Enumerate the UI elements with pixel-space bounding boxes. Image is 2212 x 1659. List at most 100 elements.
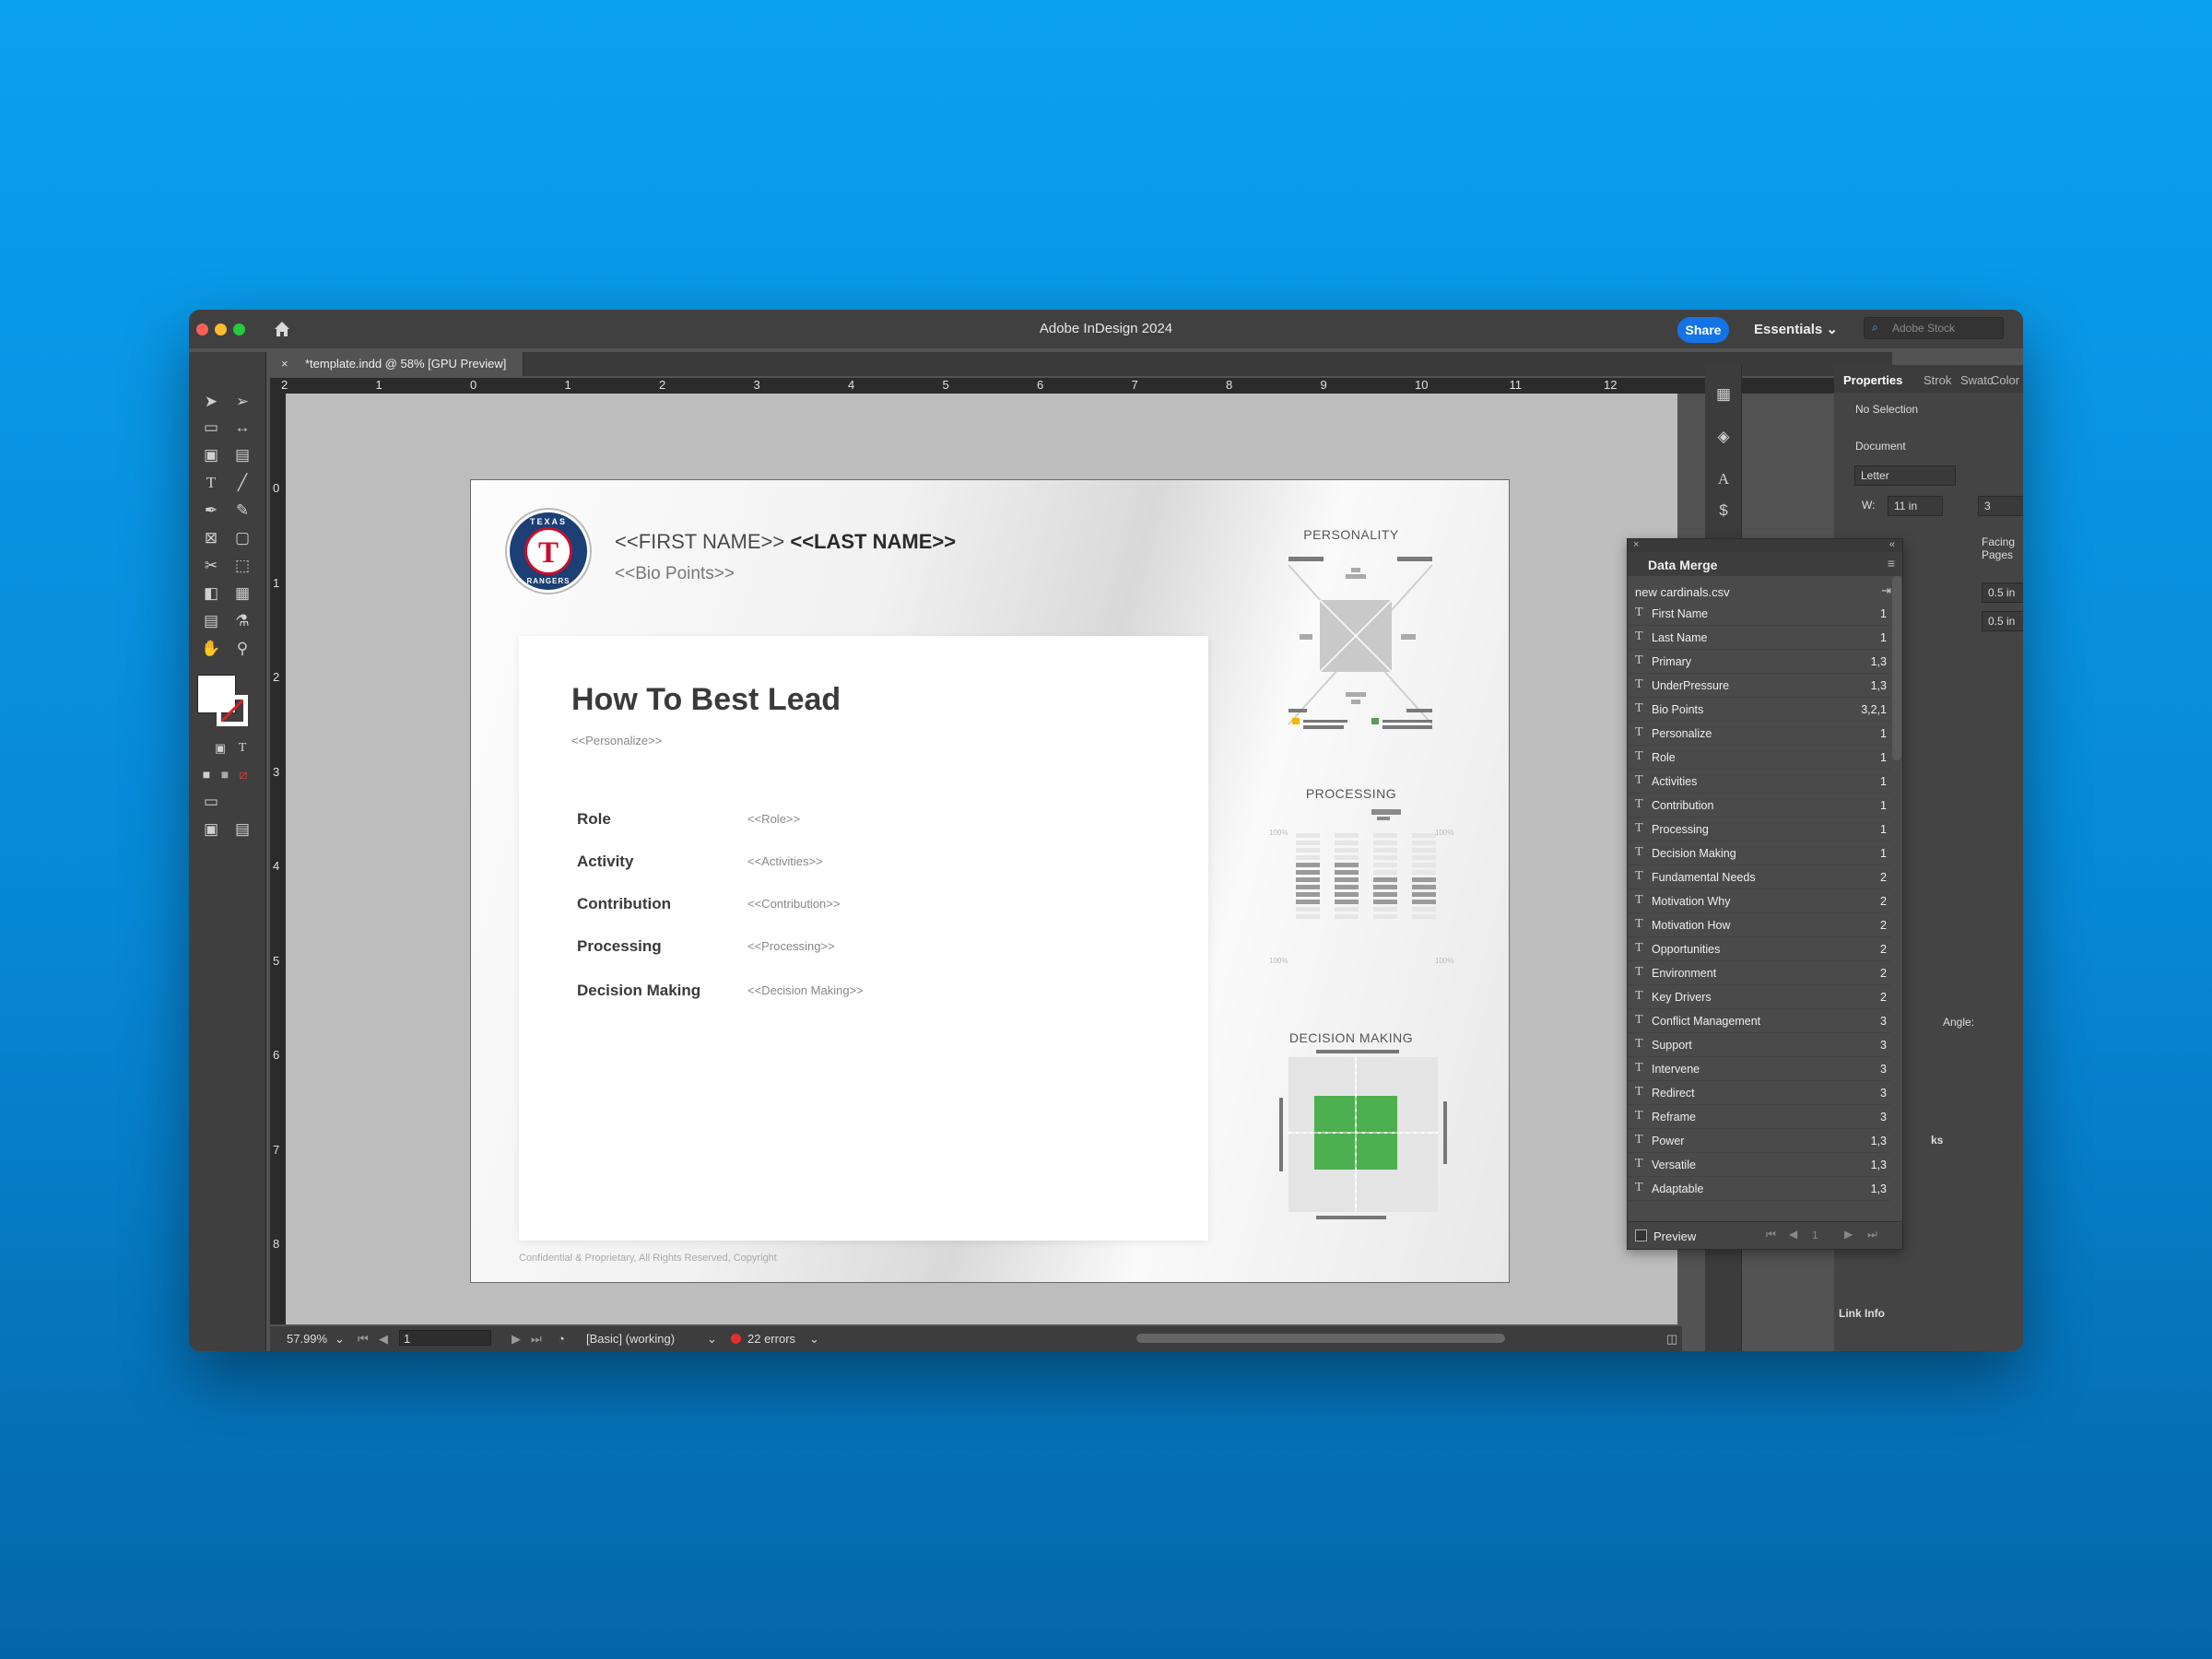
margin-top-field[interactable]: 0.5 in	[1982, 582, 2023, 603]
type-tool-icon[interactable]: T	[200, 472, 222, 494]
data-field-row[interactable]: T First Name 1	[1628, 602, 1890, 626]
document-page[interactable]: TEXAS T RANGERS <<FIRST NAME>> <<LAST NA…	[470, 479, 1510, 1283]
split-window-icon[interactable]: ◫	[1666, 1332, 1677, 1347]
preflight-profile[interactable]: [Basic] (working)	[586, 1332, 675, 1346]
data-field-row[interactable]: T Decision Making 1	[1628, 841, 1890, 865]
data-field-row[interactable]: T Environment 2	[1628, 961, 1890, 985]
data-merge-header[interactable]: Data Merge ≡	[1628, 552, 1902, 576]
create-merged-document-icon[interactable]: ⇥	[1881, 583, 1891, 598]
layers-panel-icon[interactable]: ◈	[1712, 426, 1735, 448]
document-canvas[interactable]: TEXAS T RANGERS <<FIRST NAME>> <<LAST NA…	[286, 394, 1677, 1324]
gradient-feather-tool-icon[interactable]: ▦	[231, 582, 253, 605]
data-field-row[interactable]: T Fundamental Needs 2	[1628, 865, 1890, 889]
gradient-swatch-tool-icon[interactable]: ◧	[200, 582, 222, 605]
data-field-row[interactable]: T Processing 1	[1628, 818, 1890, 841]
chevron-down-icon[interactable]: ⌄	[809, 1332, 819, 1347]
width-field[interactable]: 11 in	[1888, 496, 1943, 516]
adobe-stock-search[interactable]: ⌕ Adobe Stock	[1864, 317, 2004, 339]
next-page-icon[interactable]: ▶	[512, 1332, 521, 1347]
collapse-panel-icon[interactable]: «	[1889, 539, 1895, 550]
margin-bottom-field[interactable]: 0.5 in	[1982, 611, 2023, 631]
direct-selection-tool-icon[interactable]: ➢	[231, 391, 253, 413]
selection-tool-icon[interactable]: ➤	[200, 391, 222, 413]
data-field-row[interactable]: T Opportunities 2	[1628, 937, 1890, 961]
content-collector-icon[interactable]: ▣	[200, 444, 222, 466]
rectangle-frame-tool-icon[interactable]: ⊠	[200, 527, 222, 549]
lead-card[interactable]: How To Best Lead <<Personalize>> Role <<R…	[519, 636, 1208, 1241]
screen-mode-icon[interactable]: ▭	[200, 791, 222, 813]
data-field-row[interactable]: T Personalize 1	[1628, 722, 1890, 746]
document-tab[interactable]: × *template.indd @ 58% [GPU Preview]	[270, 352, 524, 376]
note-tool-icon[interactable]: ▤	[200, 610, 222, 632]
data-field-row[interactable]: T Contribution 1	[1628, 794, 1890, 818]
eyedropper-tool-icon[interactable]: ⚗	[231, 610, 253, 632]
pen-tool-icon[interactable]: ✒	[200, 500, 222, 522]
chevron-down-icon[interactable]: ⌄	[335, 1332, 345, 1347]
page-number-field[interactable]: 1	[399, 1330, 491, 1346]
data-field-row[interactable]: T UnderPressure 1,3	[1628, 674, 1890, 698]
hand-tool-icon[interactable]: ✋	[200, 638, 222, 660]
rectangle-tool-icon[interactable]: ▢	[231, 527, 253, 549]
workspace-switcher[interactable]: Essentials ⌄	[1754, 321, 1838, 337]
data-field-row[interactable]: T Conflict Management 3	[1628, 1009, 1890, 1033]
preview-mode-icon[interactable]: ▤	[231, 818, 253, 841]
data-field-row[interactable]: T Versatile 1,3	[1628, 1153, 1890, 1177]
data-field-row[interactable]: T Primary 1,3	[1628, 650, 1890, 674]
data-field-row[interactable]: T Motivation How 2	[1628, 913, 1890, 937]
data-field-row[interactable]: T Adaptable 1,3	[1628, 1177, 1890, 1201]
close-tab-icon[interactable]: ×	[281, 352, 288, 376]
free-transform-tool-icon[interactable]: ⬚	[231, 555, 253, 577]
name-header[interactable]: <<FIRST NAME>> <<LAST NAME>>	[615, 530, 956, 554]
view-options-icon[interactable]: ▣	[200, 818, 222, 841]
line-tool-icon[interactable]: ╱	[231, 472, 253, 494]
formatting-container-icon[interactable]: ▣	[209, 737, 231, 759]
share-button[interactable]: Share	[1677, 317, 1729, 343]
next-record-icon[interactable]: ▶	[1844, 1228, 1853, 1241]
data-field-row[interactable]: T Key Drivers 2	[1628, 985, 1890, 1009]
scissors-tool-icon[interactable]: ✂	[200, 555, 222, 577]
error-count[interactable]: 22 errors	[747, 1332, 795, 1346]
data-field-row[interactable]: T Intervene 3	[1628, 1057, 1890, 1081]
stroke-swatch[interactable]	[217, 695, 248, 726]
close-panel-icon[interactable]: ×	[1633, 539, 1639, 550]
record-number[interactable]: 1	[1812, 1229, 1818, 1241]
bio-points-placeholder[interactable]: <<Bio Points>>	[615, 564, 735, 584]
previous-record-icon[interactable]: ◀	[1789, 1228, 1797, 1241]
chevron-down-icon[interactable]: ⌄	[707, 1332, 717, 1347]
tab-stroke[interactable]: Strok	[1924, 373, 1951, 387]
data-field-row[interactable]: T Activities 1	[1628, 770, 1890, 794]
data-field-row[interactable]: T Support 3	[1628, 1033, 1890, 1057]
formatting-text-icon[interactable]: T	[231, 737, 253, 759]
data-field-row[interactable]: T Last Name 1	[1628, 626, 1890, 650]
preview-checkbox[interactable]	[1635, 1230, 1647, 1241]
data-field-row[interactable]: T Role 1	[1628, 746, 1890, 770]
data-field-row[interactable]: T Power 1,3	[1628, 1129, 1890, 1153]
first-page-icon[interactable]: ⏮	[358, 1332, 369, 1347]
links-tab[interactable]: ks	[1931, 1134, 1943, 1147]
last-page-icon[interactable]: ⏭	[531, 1332, 542, 1347]
page-tool-icon[interactable]: ▭	[200, 417, 222, 439]
tab-properties[interactable]: Properties	[1843, 373, 1902, 387]
apply-none-icon[interactable]: ⧄	[232, 763, 254, 785]
horizontal-scrollbar[interactable]	[1136, 1334, 1505, 1343]
zoom-level[interactable]: 57.99%	[287, 1332, 327, 1346]
content-placer-icon[interactable]: ▤	[231, 444, 253, 466]
character-styles-icon[interactable]: A	[1712, 468, 1735, 490]
panel-menu-icon[interactable]: ≡	[1888, 556, 1895, 571]
data-field-row[interactable]: T Redirect 3	[1628, 1081, 1890, 1105]
data-field-row[interactable]: T Reframe 3	[1628, 1105, 1890, 1129]
pages-panel-icon[interactable]: ▦	[1712, 383, 1735, 406]
tab-swatches[interactable]: Swatc	[1960, 373, 1993, 387]
data-field-row[interactable]: T Bio Points 3,2,1	[1628, 698, 1890, 722]
pencil-tool-icon[interactable]: ✎	[231, 500, 253, 522]
last-record-icon[interactable]: ⏭	[1867, 1228, 1877, 1241]
previous-page-icon[interactable]: ◀	[379, 1332, 388, 1347]
page-size-select[interactable]: Letter	[1854, 465, 1956, 486]
data-field-row[interactable]: T Motivation Why 2	[1628, 889, 1890, 913]
data-merge-panel-icon[interactable]: $	[1712, 500, 1735, 522]
pages-count-field[interactable]: 3	[1978, 496, 2023, 516]
preflight-icon[interactable]: ◔	[558, 1332, 565, 1346]
panel-drag-bar[interactable]: × «	[1628, 539, 1902, 552]
tab-color[interactable]: Color	[1991, 373, 2019, 387]
fields-scrollbar[interactable]	[1892, 576, 1901, 760]
